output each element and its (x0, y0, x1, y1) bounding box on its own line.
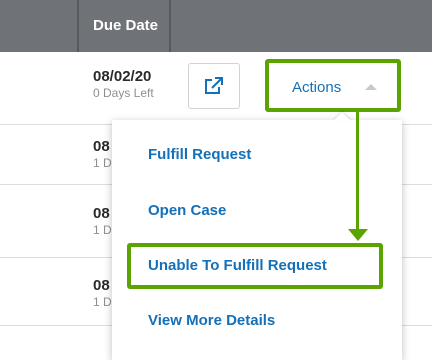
days-left-value: 0 Days Left (93, 86, 154, 100)
due-date-value: 08/02/20 (93, 68, 152, 85)
menu-item-open-case[interactable]: Open Case (148, 202, 226, 219)
caret-up-icon (365, 84, 377, 90)
highlight-box (127, 243, 383, 289)
menu-item-view-more-details[interactable]: View More Details (148, 312, 275, 329)
open-external-icon (205, 77, 223, 94)
actions-button[interactable]: Actions (265, 59, 401, 112)
header-divider (77, 0, 79, 52)
column-header-due-date[interactable]: Due Date (93, 17, 169, 34)
actions-button-label: Actions (292, 79, 342, 96)
annotation-arrow (356, 112, 359, 232)
menu-pointer (333, 112, 351, 121)
header-divider (169, 0, 171, 52)
open-external-button[interactable] (188, 63, 240, 109)
table-row: 08/02/20 0 Days Left (93, 68, 169, 101)
menu-item-fulfill-request[interactable]: Fulfill Request (148, 146, 251, 163)
arrow-head-icon (348, 229, 368, 241)
table-header: Due Date (0, 0, 432, 52)
